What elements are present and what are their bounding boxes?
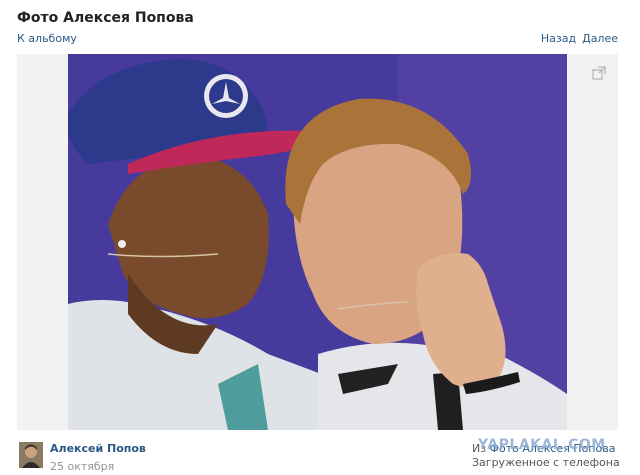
album-subtitle: Загруженное с телефона — [472, 456, 620, 469]
avatar-image — [19, 442, 43, 468]
expand-icon[interactable] — [592, 66, 606, 80]
author-name-link[interactable]: Алексей Попов — [50, 442, 146, 455]
photo[interactable] — [68, 54, 567, 430]
avatar[interactable] — [19, 442, 43, 468]
photo-image — [68, 54, 567, 430]
photo-nav: Назад Далее — [541, 32, 618, 45]
photo-viewer — [17, 54, 618, 430]
next-photo-link[interactable]: Далее — [582, 32, 618, 45]
page-title: Фото Алексея Попова — [17, 10, 194, 26]
photo-date: 25 октября — [50, 460, 115, 473]
prev-photo-link[interactable]: Назад — [541, 32, 576, 45]
watermark: YAPLAKAL.COM — [478, 437, 606, 453]
back-to-album-link[interactable]: К альбому — [17, 32, 77, 45]
